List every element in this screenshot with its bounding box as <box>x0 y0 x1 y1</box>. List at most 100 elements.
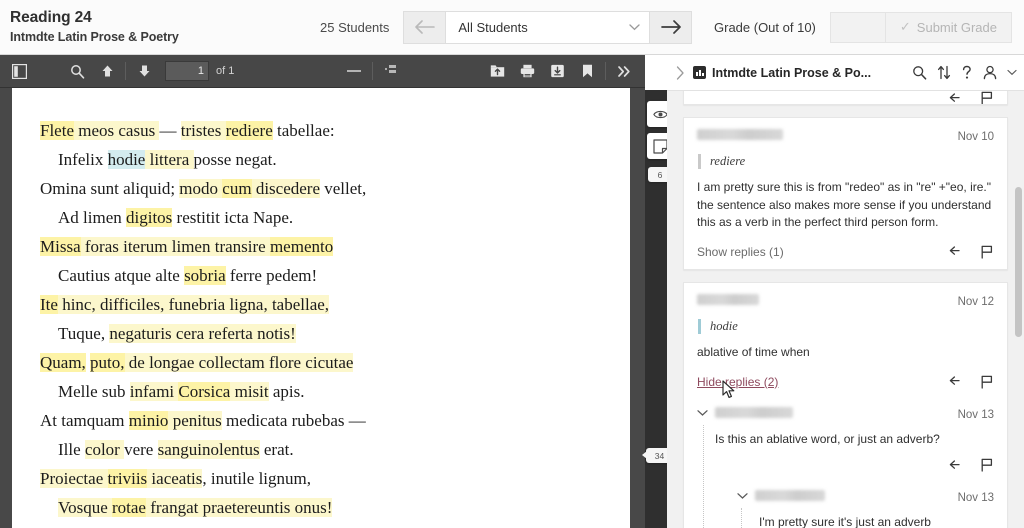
comment-header: Nov 12 <box>697 294 994 308</box>
pdf-previous-page-button[interactable] <box>92 59 122 84</box>
text-span: erat. <box>260 440 294 459</box>
comment-reply[interactable]: Nov 13 Is this an ablative word, or just… <box>697 407 994 528</box>
eye-icon <box>653 109 668 120</box>
chevron-double-right-icon <box>617 65 632 78</box>
chevron-down-icon[interactable] <box>1007 69 1017 76</box>
comment-reply-nested[interactable]: Nov 13 I'm pretty sure it's just an adve… <box>737 490 994 528</box>
text-highlight: infami <box>130 382 179 401</box>
pdf-zoom-out-button[interactable] <box>339 59 369 84</box>
document-line[interactable]: Infelix hodie littera posse negat. <box>40 145 630 174</box>
reply-icon[interactable] <box>949 92 964 105</box>
comment-author-redacted <box>715 407 793 418</box>
pdf-bookmark-button[interactable] <box>572 59 602 84</box>
flag-icon[interactable] <box>980 91 994 105</box>
pdf-download-button[interactable] <box>542 59 572 84</box>
text-highlight: minio <box>129 411 169 430</box>
text-highlight: modo <box>179 179 222 198</box>
document-line[interactable]: At tamquam minio penitus medicata rubeba… <box>40 406 630 435</box>
document-line[interactable]: Missa foras iterum limen transire mement… <box>40 232 630 261</box>
search-icon[interactable] <box>912 65 927 80</box>
text-span: , inutile lignum, <box>202 469 311 488</box>
chevron-right-icon <box>676 66 685 80</box>
pdf-viewer-panel: 1 of 1 <box>0 55 645 528</box>
hide-replies-link[interactable]: Hide replies (2) <box>697 375 778 389</box>
comment-action-icons <box>949 458 994 472</box>
comment-card[interactable]: Nov 12 hodie ablative of time when Hide … <box>683 282 1008 528</box>
text-span: Melle sub <box>58 382 130 401</box>
next-student-button[interactable] <box>650 11 692 44</box>
document-line[interactable]: Melle sub infami Corsica misit apis. <box>40 377 630 406</box>
pdf-search-button[interactable] <box>62 59 92 84</box>
text-span: posse negat. <box>194 150 277 169</box>
text-span: apis. <box>269 382 305 401</box>
collapse-reply-button[interactable] <box>737 490 755 500</box>
comment-quoted-text: hodie <box>698 319 994 334</box>
comment-footer: Show replies (1) <box>697 245 994 259</box>
text-highlight: puto, <box>90 353 124 372</box>
document-text[interactable]: Flete meos casus — tristes rediere tabel… <box>12 88 630 522</box>
comment-body: I am pretty sure this is from "redeo" as… <box>697 179 994 232</box>
collapse-panel-button[interactable] <box>667 66 693 80</box>
help-icon[interactable] <box>961 65 973 80</box>
comment-card-partial[interactable] <box>683 91 1008 105</box>
reply-footer <box>715 458 994 472</box>
comments-scrollbar-thumb[interactable] <box>1015 187 1022 337</box>
pdf-page-count-label: of 1 <box>216 65 234 77</box>
comments-list[interactable]: Nov 10 rediere I am pretty sure this is … <box>667 91 1024 528</box>
grade-label: Grade (Out of 10) <box>714 20 816 35</box>
comment-quoted-text: rediere <box>698 154 994 169</box>
open-file-icon <box>490 64 505 78</box>
student-filter-value: All Students <box>458 20 527 35</box>
document-line[interactable]: Tuque, negaturis cera referta notis! <box>40 319 630 348</box>
reply-icon[interactable] <box>949 375 964 388</box>
document-line[interactable]: Ille color vere sanguinolentus erat. <box>40 435 630 464</box>
account-icon[interactable] <box>983 65 997 80</box>
document-line[interactable]: Vosque rotae frangat praetereuntis onus! <box>40 493 630 522</box>
text-span: Omina sunt aliquid; <box>40 179 179 198</box>
sticky-note-icon <box>653 139 668 154</box>
document-line[interactable]: Ad limen digitos restitit icta Nape. <box>40 203 630 232</box>
pdf-sidebar-toggle-button[interactable] <box>4 59 34 84</box>
comments-scrollbar[interactable] <box>1013 91 1024 528</box>
text-span: — <box>159 121 180 140</box>
comment-footer: Hide replies (2) <box>697 375 994 389</box>
grade-input[interactable] <box>830 12 886 43</box>
pdf-zoom-select-button[interactable] <box>376 59 406 84</box>
reply-icon[interactable] <box>949 245 964 258</box>
reply-body: I'm pretty sure it's just an adverb <box>759 514 994 528</box>
text-span: tabellae: <box>273 121 335 140</box>
reply-header: Nov 13 <box>755 490 994 504</box>
pdf-open-file-button[interactable] <box>482 59 512 84</box>
document-line[interactable]: Omina sunt aliquid; modo cum discedere v… <box>40 174 630 203</box>
comment-author-redacted <box>755 490 825 501</box>
pdf-next-page-button[interactable] <box>129 59 159 84</box>
show-replies-link[interactable]: Show replies (1) <box>697 245 784 259</box>
pdf-print-button[interactable] <box>512 59 542 84</box>
pdf-toolbar: 1 of 1 <box>0 55 645 88</box>
pdf-more-tools-button[interactable] <box>609 59 639 84</box>
pdf-nav-group: 1 of 1 <box>62 59 234 84</box>
comment-action-icons <box>949 245 994 259</box>
student-filter-select[interactable]: All Students <box>445 11 650 44</box>
reply-icon[interactable] <box>949 459 964 472</box>
text-span: medicata rubebas — <box>222 411 366 430</box>
document-line[interactable]: Cautius atque alte sobria ferre pedem! <box>40 261 630 290</box>
annotation-rail: 6 34 93 <box>645 90 667 528</box>
previous-student-button[interactable] <box>403 11 445 44</box>
flag-icon[interactable] <box>980 375 994 389</box>
collapse-reply-button[interactable] <box>697 407 715 417</box>
assignment-info: Reading 24 Intmdte Latin Prose & Poetry <box>0 8 320 46</box>
submit-grade-button[interactable]: ✓ Submit Grade <box>886 12 1012 43</box>
document-line[interactable]: Ite hinc, difficiles, funebria ligna, ta… <box>40 290 630 319</box>
comment-card[interactable]: Nov 10 rediere I am pretty sure this is … <box>683 117 1008 270</box>
comment-author-redacted <box>697 294 759 305</box>
sort-icon[interactable] <box>937 65 951 80</box>
flag-icon[interactable] <box>980 245 994 259</box>
document-line[interactable]: Proiectae triviis iaceatis, inutile lign… <box>40 464 630 493</box>
pdf-page-number-input[interactable]: 1 <box>165 61 209 81</box>
flag-icon[interactable] <box>980 458 994 472</box>
text-highlight: negaturis <box>109 324 176 343</box>
pdf-page-scroll-area[interactable]: Flete meos casus — tristes rediere tabel… <box>0 88 645 528</box>
document-line[interactable]: Flete meos casus — tristes rediere tabel… <box>40 116 630 145</box>
document-line[interactable]: Quam, puto, de longae collectam flore ci… <box>40 348 630 377</box>
